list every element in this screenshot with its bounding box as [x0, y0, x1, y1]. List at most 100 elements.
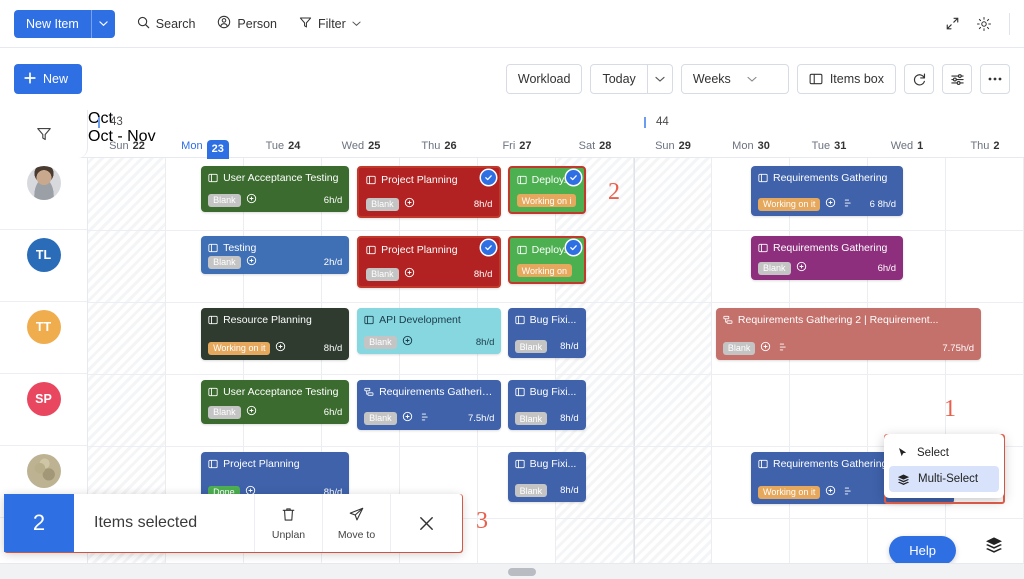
items-box-label: Items box — [830, 72, 884, 86]
day-header-tue-31[interactable]: Tue31 — [790, 134, 868, 158]
chevron-down-icon[interactable] — [747, 74, 757, 84]
task-bar[interactable]: Bug Fixi...Blank8h/d — [508, 380, 586, 430]
status-badge[interactable]: Working on i — [517, 194, 577, 207]
resource-row[interactable]: SP — [0, 374, 87, 446]
expand-icon[interactable] — [939, 11, 965, 37]
avatar[interactable] — [27, 454, 61, 488]
day-header-tue-24[interactable]: Tue24 — [244, 134, 322, 158]
day-header-wed-1[interactable]: Wed1 — [868, 134, 946, 158]
status-badge[interactable]: Blank — [208, 256, 241, 269]
search-button[interactable]: Search — [137, 10, 196, 38]
day-header-fri-27[interactable]: Fri27 — [478, 134, 556, 158]
status-badge[interactable]: Blank — [723, 342, 756, 355]
add-update-icon[interactable] — [246, 255, 257, 269]
close-selection-button[interactable] — [390, 494, 462, 552]
status-badge[interactable]: Working on it — [758, 486, 820, 499]
status-badge[interactable]: Blank — [515, 340, 548, 353]
add-update-icon[interactable] — [404, 197, 415, 211]
task-bar[interactable]: Requirements Gathering 2 | Requirement..… — [716, 308, 981, 360]
task-bar[interactable]: Requirements GatheringBlank6h/d — [751, 236, 903, 280]
chevron-down-icon[interactable] — [91, 10, 115, 38]
refresh-icon[interactable] — [904, 64, 934, 94]
plus-icon — [24, 72, 36, 87]
task-bar[interactable]: API DevelopmentBlank8h/d — [357, 308, 501, 354]
resource-row[interactable]: TL — [0, 230, 87, 302]
status-badge[interactable]: Working on it — [208, 342, 270, 355]
task-bar[interactable]: User Acceptance TestingBlank6h/d — [201, 166, 349, 212]
day-header-sun-22[interactable]: Sun22 — [88, 134, 166, 158]
avatar[interactable]: TL — [27, 238, 61, 272]
task-bar[interactable]: Deploy...Working on — [508, 236, 586, 284]
today-group[interactable]: Today — [590, 64, 672, 94]
task-bar[interactable]: Bug Fixi...Blank8h/d — [508, 452, 586, 502]
sliders-icon[interactable] — [942, 64, 972, 94]
scrollbar-thumb[interactable] — [508, 568, 536, 576]
day-header-wed-25[interactable]: Wed25 — [322, 134, 400, 158]
status-badge[interactable]: Blank — [366, 198, 399, 211]
horizontal-scrollbar[interactable] — [0, 563, 1024, 579]
person-filter-button[interactable]: Person — [217, 10, 277, 38]
selected-check-icon[interactable] — [566, 170, 581, 185]
task-bar[interactable]: TestingBlank2h/d — [201, 236, 349, 274]
day-header-sun-29[interactable]: Sun29 — [634, 134, 712, 158]
menu-item-select[interactable]: Select — [889, 440, 999, 466]
add-update-icon[interactable] — [825, 197, 836, 211]
task-bar[interactable]: Resource PlanningWorking on it8h/d — [201, 308, 349, 360]
status-badge[interactable]: Blank — [364, 336, 397, 349]
new-item-button[interactable]: New Item — [14, 10, 91, 38]
workload-button[interactable]: Workload — [506, 64, 583, 94]
add-update-icon[interactable] — [796, 261, 807, 275]
add-update-icon[interactable] — [246, 405, 257, 419]
day-header-mon-30[interactable]: Mon30 — [712, 134, 790, 158]
help-button[interactable]: Help — [889, 536, 956, 565]
day-header-sat-28[interactable]: Sat28 — [556, 134, 634, 158]
gear-icon[interactable] — [971, 11, 997, 37]
new-button[interactable]: New — [14, 64, 82, 94]
selected-check-icon[interactable] — [566, 240, 581, 255]
resource-row[interactable] — [0, 158, 87, 230]
task-bar[interactable]: Project PlanningBlank8h/d — [357, 236, 501, 288]
status-badge[interactable]: Blank — [208, 194, 241, 207]
add-update-icon[interactable] — [402, 411, 413, 425]
avatar[interactable]: TT — [27, 310, 61, 344]
add-update-icon[interactable] — [825, 485, 836, 499]
resource-filter-button[interactable] — [0, 110, 88, 158]
filter-label: Filter — [318, 17, 346, 31]
task-bar[interactable]: Requirements Gathering ...Blank7.5h/d — [357, 380, 501, 430]
add-update-icon[interactable] — [402, 335, 413, 349]
menu-item-multi-select[interactable]: Multi-Select — [889, 466, 999, 492]
move-to-button[interactable]: Move to — [322, 494, 390, 552]
status-badge[interactable]: Blank — [366, 268, 399, 281]
status-badge[interactable]: Blank — [515, 412, 548, 425]
day-header-mon-23[interactable]: Mon23 — [166, 134, 244, 158]
status-badge[interactable]: Blank — [364, 412, 397, 425]
task-bar[interactable]: Bug Fixi...Blank8h/d — [508, 308, 586, 358]
resource-row[interactable]: TT — [0, 302, 87, 374]
add-update-icon[interactable] — [246, 193, 257, 207]
day-header-thu-2[interactable]: Thu2 — [946, 134, 1024, 158]
add-update-icon[interactable] — [275, 341, 286, 355]
status-badge[interactable]: Working on it — [758, 198, 820, 211]
task-bar[interactable]: Requirements GatheringWorking on it6 8h/… — [751, 166, 903, 216]
avatar[interactable]: SP — [27, 382, 61, 416]
items-box-button[interactable]: Items box — [797, 64, 896, 94]
status-badge[interactable]: Blank — [515, 484, 548, 497]
status-badge[interactable]: Working on — [517, 264, 572, 277]
avatar[interactable] — [27, 166, 61, 200]
add-update-icon[interactable] — [404, 267, 415, 281]
unplan-button[interactable]: Unplan — [254, 494, 322, 552]
add-update-icon[interactable] — [760, 341, 771, 355]
zoom-level-select[interactable]: Weeks — [681, 64, 789, 94]
chevron-down-icon[interactable] — [352, 17, 361, 31]
more-horizontal-icon[interactable] — [980, 64, 1010, 94]
task-bar[interactable]: User Acceptance TestingBlank6h/d — [201, 380, 349, 424]
status-badge[interactable]: Blank — [758, 262, 791, 275]
task-bar[interactable]: Deploy...Working on i — [508, 166, 586, 214]
filter-button[interactable]: Filter — [299, 10, 361, 38]
task-bar[interactable]: Project PlanningBlank8h/d — [357, 166, 501, 218]
chevron-down-icon[interactable] — [647, 65, 672, 93]
today-button[interactable]: Today — [591, 65, 646, 93]
layers-icon[interactable] — [984, 535, 1004, 560]
day-header-thu-26[interactable]: Thu26 — [400, 134, 478, 158]
status-badge[interactable]: Blank — [208, 406, 241, 419]
